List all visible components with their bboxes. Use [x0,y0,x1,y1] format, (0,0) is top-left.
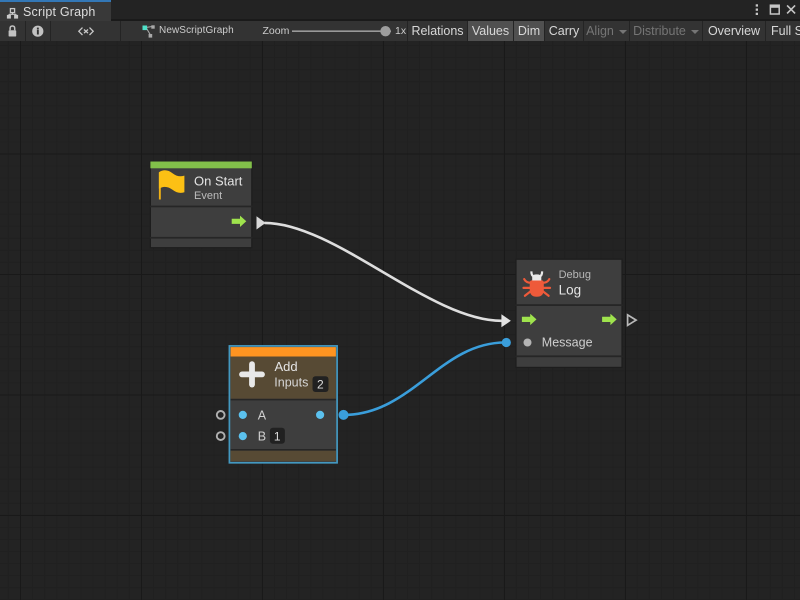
svg-text:A: A [258,408,267,422]
svg-text:2: 2 [317,377,324,391]
svg-text:On Start: On Start [194,174,243,189]
svg-text:Inputs: Inputs [274,376,308,390]
svg-text:B: B [258,430,266,444]
svg-text:Message: Message [542,336,593,350]
svg-text:Debug: Debug [559,269,591,281]
svg-text:Event: Event [194,190,222,202]
svg-text:Add: Add [275,359,298,374]
svg-text:Log: Log [559,283,582,298]
svg-text:1: 1 [274,430,281,444]
